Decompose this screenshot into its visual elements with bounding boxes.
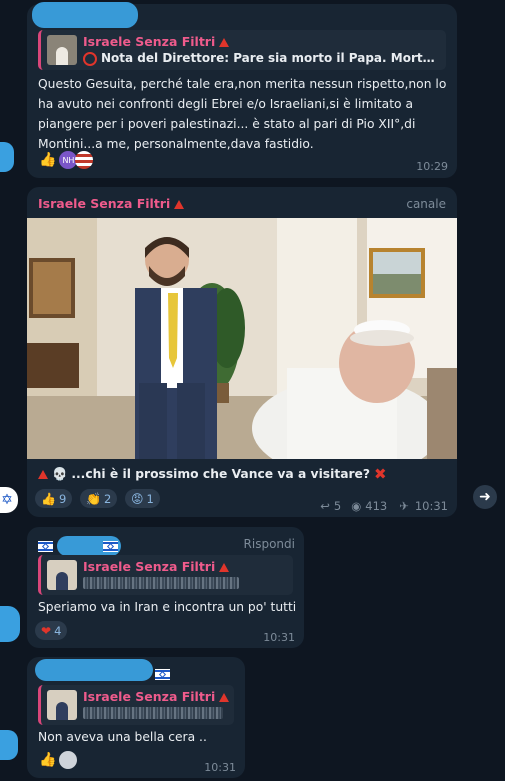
post-caption: 💀 ...chi è il prossimo che Vance va a vi… [38,465,387,483]
reply-arrow-icon[interactable]: ↩ [320,499,330,513]
reply-channel-name: Israele Senza Filtri [83,559,230,574]
israel-flag-icon [155,669,170,680]
reply-thumbnail [47,35,77,65]
thumbs-up-icon[interactable]: 👍 [39,152,56,168]
post-meta: ↩ 5 ◉ 413 ✈ 10:31 [320,499,448,513]
message-bubble-3[interactable]: Israele Senza Filtri Non aveva una bella… [27,657,245,778]
reaction-clapping[interactable]: 👏 2 [80,489,118,508]
post-photo[interactable] [27,218,457,459]
blurred-reply-text [83,577,239,589]
reply-channel-name: Israele Senza Filtri [83,34,230,49]
eye-icon: ◉ [351,499,362,513]
angry-face-icon: 😡 [131,491,144,506]
scroll-marker [0,730,18,760]
red-triangle-icon [38,469,48,479]
cross-mark-icon: ✖ [374,465,387,483]
skull-icon: 💀 [52,466,68,481]
channel-tag: canale [406,197,446,211]
reactions-row[interactable]: 👍 NH [39,150,94,170]
message-bubble-1[interactable]: Israele Senza Filtri Nota del Direttore:… [27,2,457,178]
message-text: Non aveva una bella cera .. [38,730,207,744]
message-text: Speriamo va in Iran e incontra un po' tu… [38,600,297,634]
red-triangle-icon [219,38,230,47]
israel-flag-icon [38,540,53,552]
thumbs-up-icon: 👍 [41,491,56,506]
avatar [59,751,78,769]
redacted-sender-name [35,659,153,681]
forward-arrow-icon: ➜ [479,489,491,505]
pin-icon: ✈ [399,499,409,513]
message-bubble-2[interactable]: Rispondi Israele Senza Filtri Speriamo v… [27,527,304,648]
reactions-row[interactable]: 👍 [39,751,78,769]
reply-quote[interactable]: Israele Senza Filtri [38,685,234,725]
israel-flag-icon [103,540,118,552]
reply-thumbnail [47,560,77,590]
timestamp: 10:29 [416,160,448,173]
scroll-marker [0,606,20,642]
reply-quote[interactable]: Israele Senza Filtri Nota del Direttore:… [38,30,446,70]
timestamp: 10:31 [263,631,295,644]
reaction-heart[interactable]: ❤ 4 [35,621,68,640]
share-button[interactable]: ➜ [473,485,497,509]
blurred-reply-text [83,707,223,719]
timestamp: 10:31 [204,761,236,774]
sender-flags [38,536,121,556]
reply-quote[interactable]: Israele Senza Filtri [38,555,293,595]
photo-illustration [27,218,457,459]
channel-avatar[interactable]: ✡ [0,487,18,513]
reply-channel-name: Israele Senza Filtri [83,689,230,704]
reply-action[interactable]: Rispondi [244,537,295,551]
reaction-thumbs-up[interactable]: 👍 9 [35,489,73,508]
flag-avatar-icon [75,151,94,169]
red-circle-icon [83,51,97,66]
redacted-sender-name [32,2,138,28]
red-triangle-icon [219,563,230,572]
heart-icon: ❤ [41,623,52,638]
channel-name[interactable]: Israele Senza Filtri [38,196,185,211]
reaction-angry[interactable]: 😡 1 [125,489,160,508]
thumbs-up-icon[interactable]: 👍 [39,752,56,768]
clapping-hands-icon: 👏 [86,491,101,506]
message-text: Questo Gesuita, perché tale era,non meri… [38,77,447,151]
red-triangle-icon [174,200,185,209]
scroll-marker [0,142,14,172]
reply-thumbnail [47,690,77,720]
channel-post[interactable]: Israele Senza Filtri canale 💀 ...chi è i… [27,187,457,517]
reply-text: Nota del Direttore: Pare sia morto il Pa… [83,51,438,66]
red-triangle-icon [219,693,230,702]
